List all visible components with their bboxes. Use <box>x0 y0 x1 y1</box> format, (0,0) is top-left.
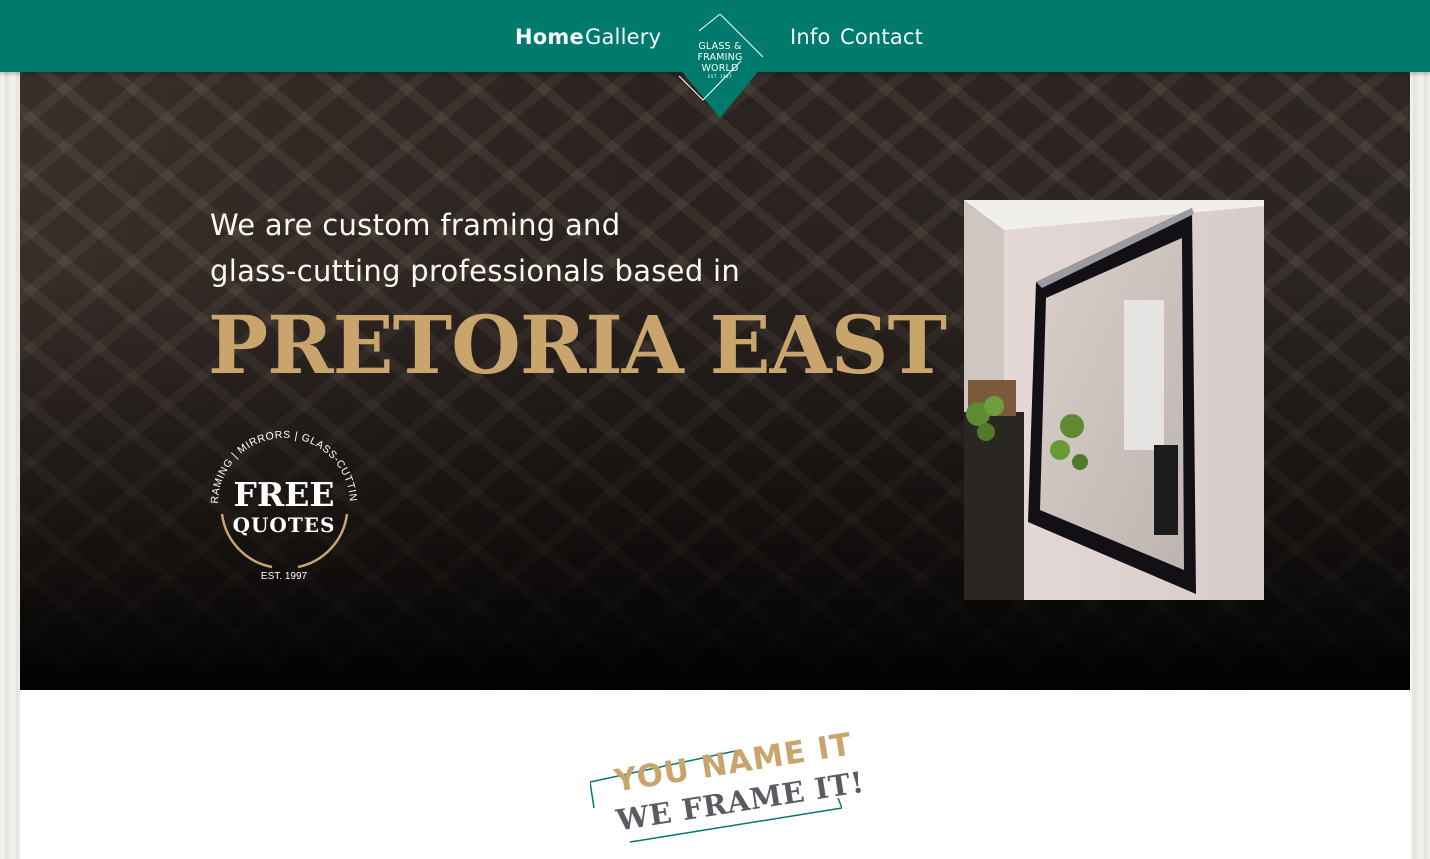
logo-line3: WORLD <box>701 63 739 74</box>
nav-home-link[interactable]: Home <box>515 24 584 50</box>
nav-info-link[interactable]: Info <box>790 24 831 50</box>
badge-est-text: EST. 1997 <box>261 571 308 580</box>
tagline-banner: YOU NAME IT WE FRAME IT! <box>590 726 866 844</box>
hero-intro-line2: glass-cutting professionals based in <box>210 254 741 288</box>
logo-text: GLASS & FRAMING WORLD EST. 1997 <box>673 41 767 80</box>
hero-intro-line1: We are custom framing and <box>210 208 621 242</box>
free-quotes-badge: FRAMING | MIRRORS | GLASS-CUTTING FREE Q… <box>208 428 358 580</box>
nav-contact-link[interactable]: Contact <box>840 24 923 50</box>
nav-gallery-link[interactable]: Gallery <box>585 24 661 50</box>
mirror-photo-illustration <box>964 200 1264 600</box>
hero-location-heading: PRETORIA EAST <box>208 298 947 392</box>
intro-content-section: YOU NAME IT WE FRAME IT! <box>20 690 1410 859</box>
logo-est: EST. 1997 <box>707 74 733 79</box>
logo-line2: FRAMING <box>697 52 743 63</box>
framed-mirror-photo <box>964 200 1264 600</box>
badge-free-text: FREE <box>233 475 334 514</box>
badge-quotes-text: QUOTES <box>233 513 336 537</box>
logo-line1: GLASS & <box>698 41 742 52</box>
site-logo[interactable]: GLASS & FRAMING WORLD EST. 1997 <box>673 13 767 118</box>
hero-intro-text: We are custom framing and glass-cutting … <box>210 202 770 294</box>
